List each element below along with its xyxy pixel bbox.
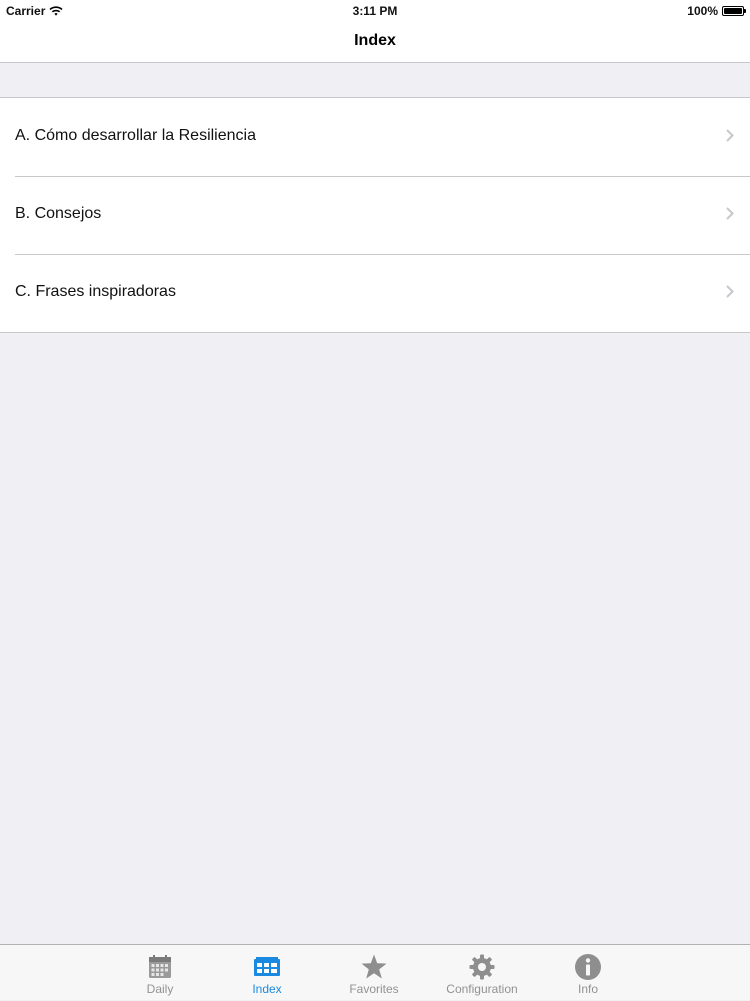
list-item[interactable]: B. Consejos: [0, 176, 750, 254]
info-icon: [575, 954, 601, 980]
gear-icon: [469, 954, 495, 980]
list-item[interactable]: C. Frases inspiradoras: [0, 254, 750, 332]
battery-icon: [722, 6, 746, 16]
battery-percent: 100%: [687, 4, 718, 18]
index-icon: [254, 957, 280, 976]
chevron-right-icon: [726, 285, 734, 298]
tab-index[interactable]: Index: [217, 945, 317, 1001]
tab-info[interactable]: Info: [538, 945, 638, 1001]
navigation-bar: Index: [0, 22, 750, 63]
calendar-icon: [149, 955, 171, 978]
tab-daily[interactable]: Daily: [110, 945, 210, 1001]
index-list: A. Cómo desarrollar la Resiliencia B. Co…: [0, 97, 750, 333]
tab-label: Index: [252, 982, 282, 996]
tab-label: Daily: [146, 982, 174, 996]
list-item-label: B. Consejos: [15, 205, 102, 222]
star-icon: [361, 954, 387, 979]
chevron-right-icon: [726, 129, 734, 142]
list-item[interactable]: A. Cómo desarrollar la Resiliencia: [0, 98, 750, 176]
tab-label: Favorites: [349, 982, 399, 996]
status-bar: Carrier 3:11 PM 100%: [0, 0, 750, 22]
tab-label: Info: [577, 982, 598, 996]
tab-bar: Daily Index Favorites Configuration Info: [0, 944, 750, 1000]
tab-configuration[interactable]: Configuration: [432, 945, 532, 1001]
list-item-label: A. Cómo desarrollar la Resiliencia: [15, 127, 256, 144]
tab-label: Configuration: [446, 982, 518, 996]
status-time: 3:11 PM: [352, 4, 398, 18]
chevron-right-icon: [726, 207, 734, 220]
list-item-label: C. Frases inspiradoras: [15, 283, 176, 300]
status-right: 100%: [687, 4, 746, 18]
tab-favorites[interactable]: Favorites: [324, 945, 424, 1001]
page-title: Index: [354, 32, 396, 49]
